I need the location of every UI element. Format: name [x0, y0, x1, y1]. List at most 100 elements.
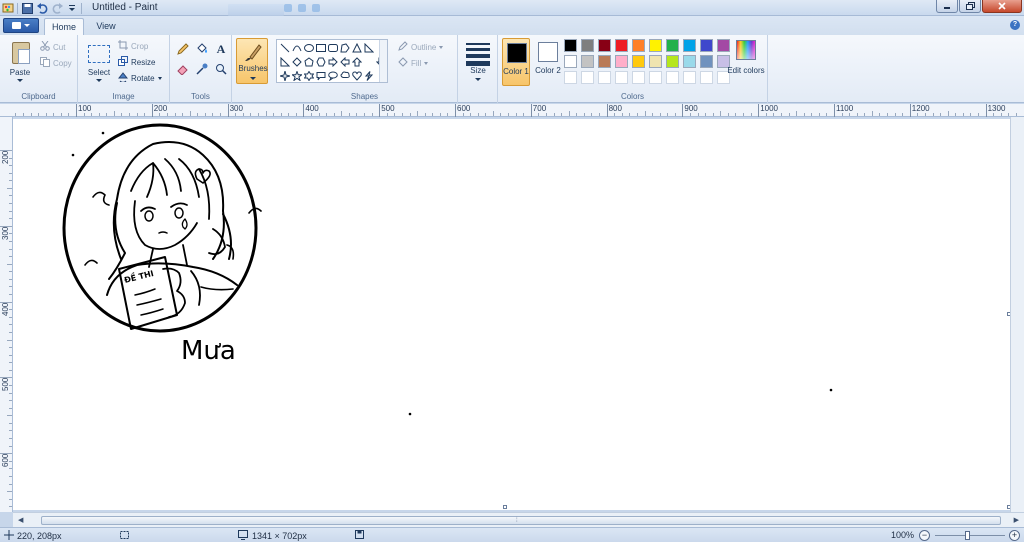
restore-button[interactable]	[959, 0, 981, 13]
crop-button[interactable]: Crop	[118, 40, 148, 52]
palette-swatch[interactable]	[564, 55, 577, 68]
polygon-shape-icon[interactable]	[339, 42, 350, 53]
palette-swatch[interactable]	[564, 39, 577, 52]
right-arrow-shape-icon[interactable]	[327, 56, 338, 67]
palette-swatch[interactable]	[581, 71, 594, 84]
cloud-callout-shape-icon[interactable]	[339, 70, 350, 81]
ruler-minor-tick	[0, 377, 12, 379]
size-button[interactable]: Size	[460, 37, 496, 85]
paint-app-icon[interactable]	[2, 2, 14, 14]
palette-swatch[interactable]	[581, 55, 594, 68]
zoom-in-button[interactable]: +	[1009, 530, 1020, 541]
close-button[interactable]	[982, 0, 1022, 13]
palette-swatch[interactable]	[632, 71, 645, 84]
hexagon-shape-icon[interactable]	[315, 56, 326, 67]
brushes-button[interactable]: Brushes	[236, 38, 268, 84]
palette-swatch[interactable]	[598, 55, 611, 68]
palette-swatch[interactable]	[581, 39, 594, 52]
color2-button[interactable]: Color 2	[534, 38, 562, 86]
palette-swatch[interactable]	[615, 55, 628, 68]
rounded-rectangle-shape-icon[interactable]	[327, 42, 338, 53]
oval-shape-icon[interactable]	[303, 42, 314, 53]
zoom-slider-track[interactable]	[935, 535, 1005, 536]
palette-swatch[interactable]	[683, 55, 696, 68]
right-triangle-shape-icon[interactable]	[279, 56, 290, 67]
ruler-minor-tick	[712, 113, 714, 116]
pentagon-shape-icon[interactable]	[303, 56, 314, 67]
undo-icon[interactable]	[36, 2, 48, 14]
palette-swatch[interactable]	[598, 39, 611, 52]
palette-swatch[interactable]	[632, 39, 645, 52]
copy-button[interactable]: Copy	[40, 57, 72, 69]
palette-swatch[interactable]	[615, 39, 628, 52]
up-arrow-shape-icon[interactable]	[351, 56, 362, 67]
magnifier-icon[interactable]	[214, 62, 228, 76]
rotate-button[interactable]: Rotate	[117, 72, 162, 84]
fill-button[interactable]: Fill	[398, 57, 429, 69]
paste-button[interactable]: Paste	[2, 37, 36, 85]
file-menu-button[interactable]	[3, 18, 39, 33]
palette-swatch[interactable]	[615, 71, 628, 84]
heart-shape-icon[interactable]	[351, 70, 362, 81]
color-picker-icon[interactable]	[195, 62, 209, 76]
outline-button[interactable]: Outline	[398, 41, 444, 53]
horizontal-scroll-thumb[interactable]: ⦙	[41, 516, 1001, 525]
select-button[interactable]: Select	[80, 37, 116, 85]
four-point-star-shape-icon[interactable]	[279, 70, 290, 81]
six-point-star-shape-icon[interactable]	[303, 70, 314, 81]
scroll-left-icon[interactable]: ◀	[18, 516, 23, 524]
horizontal-scrollbar[interactable]: ◀ ⦙ ▶	[13, 512, 1024, 527]
minimize-button[interactable]	[936, 0, 958, 13]
canvas-resize-handle-bottom[interactable]	[503, 505, 507, 509]
vertical-scrollbar[interactable]	[1010, 117, 1024, 512]
ruler-minor-tick	[310, 113, 312, 116]
tab-view[interactable]: View	[88, 18, 124, 35]
oval-callout-shape-icon[interactable]	[327, 70, 338, 81]
palette-swatch[interactable]	[649, 55, 662, 68]
color1-button[interactable]: Color 1	[502, 38, 530, 86]
customize-qat-icon[interactable]	[66, 2, 78, 14]
palette-swatch[interactable]	[700, 71, 713, 84]
palette-swatch[interactable]	[666, 39, 679, 52]
scroll-right-icon[interactable]: ▶	[1014, 516, 1019, 524]
palette-swatch[interactable]	[564, 71, 577, 84]
diamond-shape-icon[interactable]	[291, 56, 302, 67]
palette-swatch[interactable]	[598, 71, 611, 84]
ruler-minor-tick	[220, 113, 222, 116]
palette-swatch[interactable]	[666, 71, 679, 84]
rounded-callout-shape-icon[interactable]	[315, 70, 326, 81]
curve-shape-icon[interactable]	[291, 42, 302, 53]
palette-swatch[interactable]	[700, 55, 713, 68]
redo-icon[interactable]	[51, 2, 63, 14]
resize-button[interactable]: Resize	[118, 56, 155, 68]
lightning-shape-icon[interactable]	[363, 70, 374, 81]
palette-swatch[interactable]	[683, 71, 696, 84]
palette-swatch[interactable]	[649, 71, 662, 84]
palette-swatch[interactable]	[649, 39, 662, 52]
rectangle-shape-icon[interactable]	[315, 42, 326, 53]
right-triangle-shape-icon[interactable]	[363, 42, 374, 53]
triangle-shape-icon[interactable]	[351, 42, 362, 53]
ruler-minor-tick	[818, 113, 820, 116]
text-tool-icon[interactable]: A	[214, 42, 228, 56]
drawing-canvas[interactable]: ĐỀ THI Mưa	[13, 119, 1011, 510]
cut-button[interactable]: Cut	[40, 40, 65, 53]
palette-swatch[interactable]	[632, 55, 645, 68]
palette-swatch[interactable]	[700, 39, 713, 52]
fill-bucket-icon[interactable]	[195, 42, 209, 56]
eraser-icon[interactable]	[176, 62, 190, 76]
shapes-scrollbar[interactable]	[379, 40, 387, 82]
palette-swatch[interactable]	[666, 55, 679, 68]
help-icon[interactable]: ?	[1010, 20, 1020, 30]
tab-home[interactable]: Home	[44, 18, 84, 35]
five-point-star-shape-icon[interactable]	[291, 70, 302, 81]
line-shape-icon[interactable]	[279, 42, 290, 53]
edit-colors-button[interactable]: Edit colors	[727, 38, 765, 90]
save-icon[interactable]	[21, 2, 33, 14]
palette-swatch[interactable]	[717, 39, 730, 52]
zoom-out-button[interactable]: −	[919, 530, 930, 541]
pencil-icon[interactable]	[176, 42, 190, 56]
palette-swatch[interactable]	[683, 39, 696, 52]
zoom-slider-thumb[interactable]	[965, 531, 970, 540]
left-arrow-shape-icon[interactable]	[339, 56, 350, 67]
